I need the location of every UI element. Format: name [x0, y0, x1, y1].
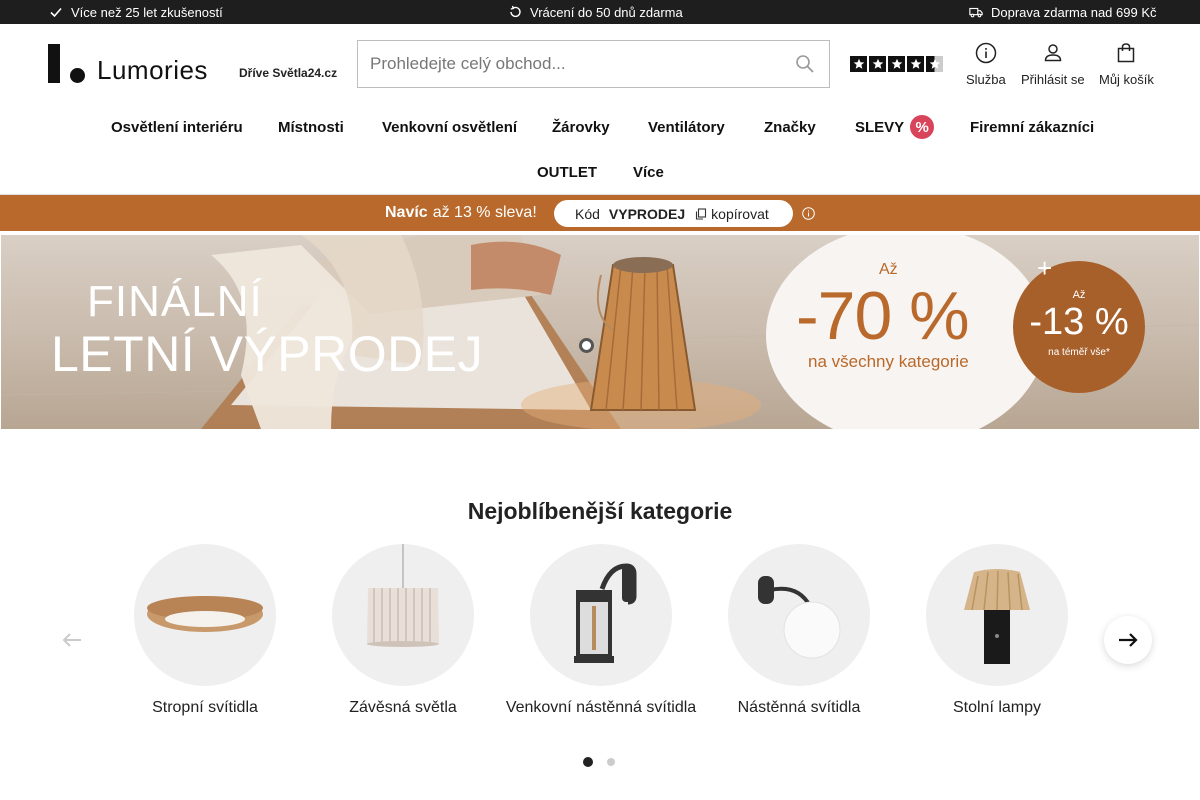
sales-label: SLEVY — [855, 118, 905, 136]
category-label: Závěsná světla — [349, 699, 457, 716]
banner-title-line1: FINÁLNÍ — [87, 277, 263, 326]
category-image — [530, 544, 672, 686]
logo-dot-mark — [70, 68, 85, 83]
search-box — [357, 40, 830, 88]
experience-info: Více než 25 let zkušeností — [49, 0, 223, 24]
logo-bar-mark — [48, 44, 60, 83]
shipping-text: Doprava zdarma nad 699 Kč — [991, 4, 1157, 20]
discount-subtitle: na všechny kategorie — [808, 352, 969, 371]
search-input[interactable] — [358, 41, 781, 87]
copy-icon — [696, 207, 707, 220]
nav-item-rooms[interactable]: Místnosti — [278, 115, 344, 139]
section-title: Nejoblíbenější kategorie — [467, 498, 733, 524]
nav-item-interior-lighting[interactable]: Osvětlení interiéru — [111, 115, 243, 139]
service-button[interactable]: Služba — [966, 42, 1006, 87]
category-label: Venkovní nástěnná svítidla — [505, 699, 697, 716]
wall-lamp-illustration — [758, 576, 841, 659]
category-outdoor-wall-lights[interactable]: Venkovní nástěnná svítidla — [501, 544, 701, 717]
discount-value: -70 % — [796, 278, 970, 354]
search-icon — [796, 55, 814, 73]
login-button[interactable]: Přihlásit se — [1021, 42, 1085, 87]
category-image — [134, 544, 276, 686]
plus-sign: + — [1037, 253, 1053, 283]
extra-discount-badge: Až -13 % na téměř vše* — [1013, 261, 1145, 393]
formerly-label: Dříve Světla24.cz — [239, 66, 338, 80]
search-button[interactable] — [781, 41, 829, 87]
category-image — [728, 544, 870, 686]
rating-stars[interactable] — [850, 56, 943, 72]
half-star-icon — [926, 56, 943, 72]
returns-text: Vrácení do 50 dnů zdarma — [530, 4, 683, 20]
info-icon — [975, 42, 997, 64]
pagination-dot-active[interactable] — [583, 757, 593, 767]
code-label: Kód — [575, 205, 600, 222]
banner-title-line2: LETNÍ VÝPRODEJ — [51, 326, 484, 382]
category-pendant-lights[interactable]: Závěsná světla — [303, 544, 503, 717]
extra-discount-value: -13 % — [1029, 301, 1129, 343]
truck-icon — [969, 7, 983, 18]
promo-bold: Navíc — [385, 204, 428, 221]
shopping-bag-icon — [1118, 43, 1135, 63]
star-icon — [907, 56, 924, 72]
check-icon — [50, 7, 62, 18]
category-wall-lights[interactable]: Nástěnná svítidla — [699, 544, 899, 717]
service-label: Služba — [966, 72, 1006, 87]
arrow-left-icon — [62, 633, 81, 647]
nav-item-bulbs[interactable]: Žárovky — [552, 115, 610, 139]
returns-info: Vrácení do 50 dnů zdarma — [508, 0, 683, 24]
copy-label: kopírovat — [711, 205, 769, 222]
category-label: Stropní svítidla — [152, 699, 258, 716]
promo-message: Navíc až 13 % sleva! — [385, 195, 537, 231]
carousel-prev-button[interactable] — [48, 616, 96, 664]
promo-info-icon[interactable] — [802, 207, 815, 220]
star-icon — [869, 56, 886, 72]
cart-label: Můj košík — [1099, 72, 1154, 87]
carousel-next-button[interactable] — [1104, 616, 1152, 664]
logo-text: Lumories — [97, 55, 208, 85]
promo-code: VYPRODEJ — [608, 205, 686, 222]
nav-item-business-customers[interactable]: Firemní zákazníci — [970, 115, 1094, 139]
promo-strip: Navíc až 13 % sleva! Kód VYPRODEJ kopíro… — [0, 195, 1200, 231]
promo-text: až 13 % sleva! — [432, 204, 537, 221]
arrow-right-icon — [1119, 633, 1138, 647]
nav-item-brands[interactable]: Značky — [764, 115, 816, 139]
category-table-lamps[interactable]: Stolní lampy — [897, 544, 1097, 717]
nav-item-fans[interactable]: Ventilátory — [648, 115, 725, 139]
star-icon — [888, 56, 905, 72]
category-image — [926, 544, 1068, 686]
category-label: Stolní lampy — [952, 699, 1042, 716]
star-icon — [850, 56, 867, 72]
logo[interactable]: Lumories — [48, 44, 208, 83]
extra-discount-prefix: Až — [1072, 289, 1086, 301]
top-info-bar: Více než 25 let zkušeností Vrácení do 50… — [0, 0, 1200, 24]
nav-item-outlet[interactable]: OUTLET — [537, 160, 597, 184]
nav-item-outdoor-lighting[interactable]: Venkovní osvětlení — [382, 115, 517, 139]
shipping-info: Doprava zdarma nad 699 Kč — [969, 0, 1156, 24]
carousel-pagination — [583, 757, 615, 767]
ceiling-lamp-illustration — [147, 596, 263, 632]
promo-code-copy[interactable]: Kód VYPRODEJ kopírovat — [554, 200, 793, 227]
extra-discount-subtitle: na téměř vše* — [1048, 347, 1110, 358]
refresh-icon — [510, 5, 521, 18]
category-image — [332, 544, 474, 686]
outdoor-wall-lamp-illustration — [574, 563, 637, 663]
pendant-lamp-illustration — [367, 544, 439, 647]
category-label: Nástěnná svítidla — [737, 699, 861, 716]
nav-item-sales[interactable]: SLEVY % — [855, 115, 935, 139]
login-label: Přihlásit se — [1021, 72, 1085, 87]
product-hotspot[interactable] — [579, 338, 594, 353]
user-icon — [1044, 44, 1062, 62]
hero-banner[interactable]: FINÁLNÍ LETNÍ VÝPRODEJ Až -70 % na všech… — [1, 235, 1199, 429]
sale-percent-badge: % — [910, 115, 935, 139]
table-lamp-illustration — [964, 569, 1030, 664]
pagination-dot[interactable] — [607, 758, 615, 766]
experience-text: Více než 25 let zkušeností — [71, 4, 223, 20]
nav-item-more[interactable]: Více — [633, 160, 664, 184]
cart-button[interactable]: Můj košík — [1099, 42, 1154, 87]
category-ceiling-lights[interactable]: Stropní svítidla — [105, 544, 305, 717]
